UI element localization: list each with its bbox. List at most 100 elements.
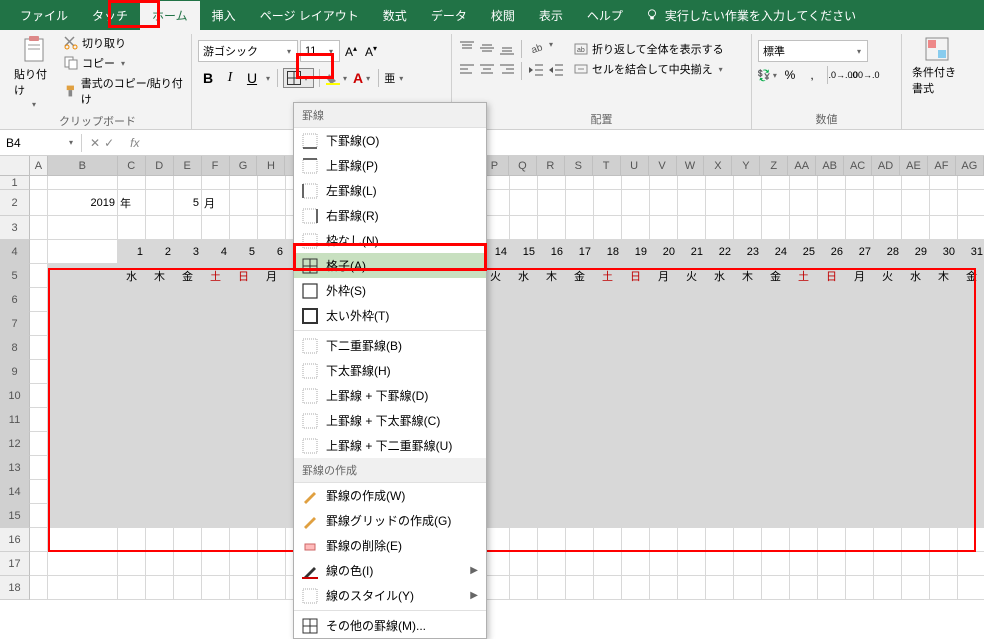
cell[interactable] [230, 480, 258, 504]
cell[interactable] [706, 384, 734, 408]
cell[interactable] [118, 384, 146, 408]
cell[interactable] [230, 384, 258, 408]
cell[interactable] [874, 190, 902, 216]
cell[interactable] [622, 216, 650, 240]
cell[interactable] [930, 312, 958, 336]
cell[interactable] [734, 432, 762, 456]
cell[interactable]: 5 [174, 190, 202, 216]
cell[interactable] [594, 384, 622, 408]
cell[interactable] [146, 384, 174, 408]
column-header[interactable]: AA [788, 156, 816, 175]
cell[interactable] [594, 504, 622, 528]
cell[interactable] [818, 360, 846, 384]
cell[interactable] [762, 288, 790, 312]
cell[interactable]: 水 [118, 264, 146, 288]
cell[interactable] [30, 384, 48, 408]
menu-item-top-bottom-double[interactable]: 上罫線 + 下二重罫線(U) [294, 433, 486, 458]
cell[interactable] [706, 576, 734, 600]
cell[interactable] [622, 432, 650, 456]
align-left-icon[interactable] [458, 62, 476, 78]
cell[interactable] [818, 528, 846, 552]
cell[interactable] [202, 552, 230, 576]
menu-item-more[interactable]: その他の罫線(M)... [294, 613, 486, 638]
cell[interactable] [930, 360, 958, 384]
cell[interactable]: 水 [510, 264, 538, 288]
column-header[interactable]: AF [928, 156, 956, 175]
cell[interactable] [762, 576, 790, 600]
grow-font-button[interactable]: A▴ [342, 44, 360, 59]
column-header[interactable]: Y [732, 156, 760, 175]
cell[interactable] [258, 312, 286, 336]
cell[interactable] [650, 408, 678, 432]
cell[interactable]: 月 [846, 264, 874, 288]
cell[interactable] [902, 176, 930, 190]
cell[interactable] [930, 408, 958, 432]
cell[interactable] [650, 336, 678, 360]
cell[interactable]: 金 [958, 264, 984, 288]
cell[interactable] [874, 576, 902, 600]
cell[interactable] [762, 552, 790, 576]
cell[interactable] [118, 216, 146, 240]
paste-button[interactable]: 貼り付け ▾ [10, 34, 58, 111]
row-header[interactable]: 14 [0, 480, 30, 504]
cell[interactable] [622, 190, 650, 216]
font-name-selector[interactable]: 游ゴシック▾ [198, 40, 298, 62]
borders-button[interactable]: ▾ [283, 68, 314, 88]
cell[interactable] [510, 456, 538, 480]
cell[interactable] [678, 456, 706, 480]
column-header[interactable]: W [677, 156, 705, 175]
cell[interactable] [566, 576, 594, 600]
cell[interactable] [734, 288, 762, 312]
cell[interactable] [958, 176, 984, 190]
menu-item-left[interactable]: 左罫線(L) [294, 178, 486, 203]
cell[interactable] [902, 336, 930, 360]
menu-item-bottom-double[interactable]: 下二重罫線(B) [294, 333, 486, 358]
cell[interactable] [146, 480, 174, 504]
cell[interactable] [790, 552, 818, 576]
cell[interactable] [538, 528, 566, 552]
cell[interactable] [258, 408, 286, 432]
cell[interactable] [650, 360, 678, 384]
cell[interactable] [594, 408, 622, 432]
cell[interactable] [118, 456, 146, 480]
cell[interactable] [958, 576, 984, 600]
cell[interactable] [706, 504, 734, 528]
cell[interactable] [258, 552, 286, 576]
cell[interactable] [846, 480, 874, 504]
cell[interactable] [762, 456, 790, 480]
tab-insert[interactable]: 挿入 [200, 1, 248, 30]
cell[interactable]: 木 [734, 264, 762, 288]
column-header[interactable]: Q [509, 156, 537, 175]
row-header[interactable]: 6 [0, 288, 30, 312]
cell[interactable] [790, 576, 818, 600]
column-header[interactable]: AB [816, 156, 844, 175]
cell[interactable] [902, 552, 930, 576]
cell[interactable] [678, 384, 706, 408]
cell[interactable] [650, 432, 678, 456]
cell[interactable] [622, 552, 650, 576]
cell[interactable] [818, 312, 846, 336]
cell[interactable] [174, 432, 202, 456]
cell[interactable] [734, 312, 762, 336]
cell[interactable] [874, 176, 902, 190]
cell[interactable] [622, 288, 650, 312]
cell[interactable] [118, 288, 146, 312]
cell[interactable] [846, 528, 874, 552]
format-painter-button[interactable]: 書式のコピー/貼り付け [62, 74, 185, 108]
cell[interactable] [762, 408, 790, 432]
cell[interactable] [48, 528, 118, 552]
cell[interactable] [30, 240, 48, 264]
cell[interactable] [146, 552, 174, 576]
cell[interactable] [174, 480, 202, 504]
cell[interactable] [174, 312, 202, 336]
cell[interactable] [202, 176, 230, 190]
cell[interactable] [566, 190, 594, 216]
conditional-format-button[interactable]: 条件付き書式 [908, 34, 966, 98]
cell[interactable] [622, 528, 650, 552]
cell[interactable] [258, 528, 286, 552]
cell[interactable] [706, 216, 734, 240]
cell[interactable] [118, 360, 146, 384]
cell[interactable] [566, 312, 594, 336]
cell[interactable] [146, 576, 174, 600]
cell[interactable] [958, 312, 984, 336]
